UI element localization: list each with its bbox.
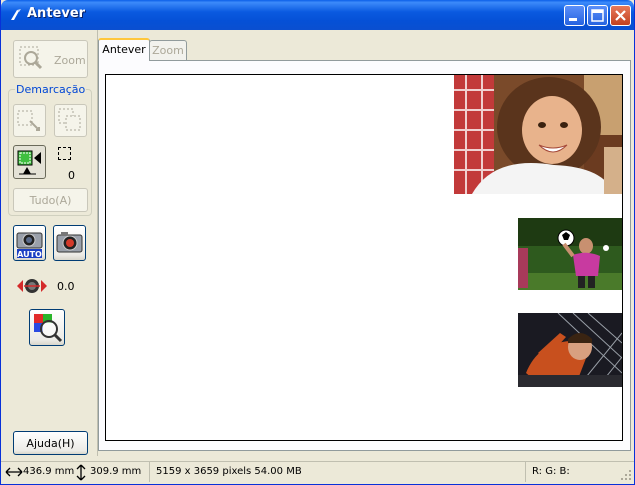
marquee-count: 0 xyxy=(68,169,75,182)
tab-antever[interactable]: Antever xyxy=(98,38,150,61)
photo-girl-smiling[interactable] xyxy=(454,75,622,194)
professional-exposure-button[interactable] xyxy=(53,225,86,261)
select-all-label: Tudo(A) xyxy=(29,194,72,207)
height-arrow-icon xyxy=(76,464,86,481)
scan-height: 309.9 mm xyxy=(90,466,142,477)
tab-zoom[interactable]: Zoom xyxy=(149,40,187,60)
minimize-button[interactable] xyxy=(564,5,585,26)
auto-exposure-button[interactable]: AUTO xyxy=(13,225,46,261)
svg-text:AUTO: AUTO xyxy=(17,250,42,259)
scanner-app-icon xyxy=(11,9,21,20)
select-all-button[interactable]: Tudo(A) xyxy=(13,188,88,212)
photo-boy-soccer[interactable] xyxy=(518,218,622,290)
photo-child-orange-shirt[interactable] xyxy=(518,313,622,387)
scan-width: 436.9 mm xyxy=(23,466,75,477)
camera-icon xyxy=(56,232,83,253)
exposure-icon xyxy=(17,279,47,293)
rgb-readout: R: G: B: xyxy=(532,466,570,477)
color-config-magnifier-icon xyxy=(34,314,63,343)
status-bar: 436.9 mm 309.9 mm 5159 x 3659 pixels 54.… xyxy=(1,461,634,484)
pixel-size-info: 5159 x 3659 pixels 54.00 MB xyxy=(156,466,302,477)
tab-zoom-label: Zoom xyxy=(152,44,184,57)
auto-locate-icon xyxy=(17,150,41,175)
title-bar[interactable]: Antever xyxy=(1,0,634,30)
copy-marquee-button[interactable] xyxy=(13,104,46,137)
maximize-button[interactable] xyxy=(587,5,608,26)
rgb-info-cell: R: G: B: xyxy=(525,462,621,482)
copy-marquee-icon xyxy=(17,110,40,131)
zoom-magnifier-icon xyxy=(19,46,43,70)
pixel-info-cell: 5159 x 3659 pixels 54.00 MB xyxy=(149,462,525,482)
help-label: Ajuda(H) xyxy=(26,437,75,450)
delete-marquee-button[interactable] xyxy=(54,104,87,137)
auto-locate-button[interactable] xyxy=(13,145,46,179)
exposure-value: 0.0 xyxy=(57,280,75,293)
delete-marquee-icon xyxy=(58,108,81,131)
tab-antever-label: Antever xyxy=(102,43,146,56)
resize-grip-icon[interactable] xyxy=(620,469,632,481)
preview-window: Antever Zoom Demarcação 0 Tudo(A) AUTO 0… xyxy=(0,0,635,485)
window-title: Antever xyxy=(27,6,86,21)
width-arrow-icon xyxy=(5,467,23,477)
auto-exposure-camera-icon: AUTO xyxy=(16,232,43,259)
help-button[interactable]: Ajuda(H) xyxy=(13,431,88,455)
zoom-button[interactable]: Zoom xyxy=(13,40,88,78)
marquee-group-label: Demarcação xyxy=(15,83,87,96)
zoom-button-label: Zoom xyxy=(54,54,86,67)
close-icon xyxy=(615,10,626,21)
close-button[interactable] xyxy=(610,5,631,26)
configuration-button[interactable] xyxy=(29,309,65,346)
maximize-icon xyxy=(591,9,604,22)
marquee-count-icon xyxy=(58,147,71,160)
minimize-icon xyxy=(569,18,577,21)
